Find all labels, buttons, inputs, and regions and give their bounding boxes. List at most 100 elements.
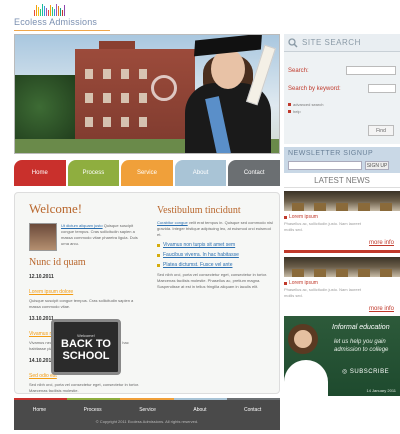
- site-search-title: SITE SEARCH: [302, 38, 361, 47]
- news-image: [284, 257, 400, 277]
- logo-bar: [44, 6, 45, 16]
- keyword-label: Search by keyword:: [288, 85, 341, 92]
- bullet-icon: [288, 110, 291, 113]
- sign-up-button[interactable]: SIGN UP: [365, 161, 389, 170]
- advanced-search-link[interactable]: advanced search: [288, 102, 396, 107]
- vestibulum-list-item[interactable]: Platea dictumst. Fusce vel ante: [157, 262, 275, 268]
- vestibulum-list-label: Faucibus viverra. In hac habitasse: [163, 252, 239, 258]
- right-sidebar: SITE SEARCH Search: Search by keyword: a…: [284, 34, 400, 323]
- welcome-title: Welcome!: [29, 201, 83, 216]
- vestibulum-list-item[interactable]: Vivamus non turpis sit amet sem: [157, 242, 275, 248]
- vestibulum-link[interactable]: Curabitur congue: [157, 220, 188, 225]
- main-nav: Home Process Service About Contact: [14, 160, 280, 188]
- bullet-icon: [157, 263, 160, 267]
- vestibulum-list-item[interactable]: Faucibus viverra. In hac habitasse: [157, 252, 275, 258]
- footer-link-about[interactable]: About: [193, 407, 206, 413]
- hero-slider[interactable]: [14, 34, 280, 154]
- logo-bar: [52, 7, 53, 16]
- news-item[interactable]: Lorem ipsum Phasellus ac, sollicitudin j…: [284, 191, 400, 253]
- news-image: [284, 191, 400, 211]
- find-button[interactable]: Find: [368, 125, 394, 136]
- logo-bar: [34, 10, 35, 16]
- search-input[interactable]: [346, 66, 396, 75]
- news-date: 12.10.2011: [29, 274, 54, 280]
- logo-bar: [38, 7, 39, 16]
- news-item-title-text: Lorem ipsum: [289, 280, 318, 286]
- back-to-school-badge[interactable]: Welcome! BACK TO SCHOOL: [51, 319, 121, 375]
- promo-person-body: [284, 360, 328, 396]
- nav-tab-contact[interactable]: Contact: [228, 160, 280, 186]
- promo-person-face: [288, 324, 318, 354]
- bullet-icon: [157, 253, 160, 257]
- logo-bar: [64, 5, 65, 16]
- main-content: Welcome! Ut dictum aliquam justo Quisque…: [14, 192, 280, 394]
- nav-tab-service[interactable]: Service: [121, 160, 173, 186]
- nav-tab-process[interactable]: Process: [67, 160, 120, 186]
- nav-tab-home[interactable]: Home: [14, 160, 66, 186]
- copyright-text: © Copyright 2011 Ecoless Admissions. All…: [95, 419, 199, 424]
- footer-links: Home Process Service About Contact: [14, 400, 280, 413]
- logo-bar: [60, 8, 61, 16]
- help-link[interactable]: help: [288, 109, 396, 114]
- news-item-title[interactable]: Lorem ipsum: [284, 280, 400, 286]
- bullet-icon: [284, 215, 287, 219]
- right-column: Vestibulum tincidunt Curabitur congue ve…: [157, 205, 275, 290]
- logo-bar: [54, 9, 55, 16]
- vestibulum-text-2: Sed nibh orci, porta vel consectetur ege…: [157, 272, 268, 289]
- latest-news-title: LATEST NEWS: [284, 176, 400, 188]
- bullet-icon: [284, 281, 287, 285]
- vestibulum-title: Vestibulum tincidunt: [157, 205, 241, 216]
- news-item-text: Phasellus ac, sollicitudin justo. Nam la…: [284, 221, 361, 232]
- footer-link-process[interactable]: Process: [84, 407, 102, 413]
- logo-bar: [36, 5, 37, 16]
- footer: Home Process Service About Contact © Copyrig…: [14, 400, 280, 430]
- vestibulum-text-block: Curabitur congue velit erat tempus in. Q…: [157, 220, 275, 238]
- footer-link-contact[interactable]: Contact: [244, 407, 261, 413]
- latest-news-list: Lorem ipsum Phasellus ac, sollicitudin j…: [284, 191, 400, 319]
- newsletter-panel: NEWSLETTER SIGNUP SIGN UP: [284, 147, 400, 173]
- subscribe-label: SUBSCRIBE: [349, 369, 390, 375]
- logo-text: Ecoless Admissions: [14, 17, 98, 27]
- bullet-icon: [157, 243, 160, 247]
- logo-bar: [48, 10, 49, 16]
- welcome-link[interactable]: Ut dictum aliquam justo: [61, 223, 103, 228]
- logo-bar: [46, 8, 47, 16]
- logo-bar: [40, 9, 41, 16]
- promo-heading: Informal education: [332, 324, 390, 331]
- vestibulum-list-label: Platea dictumst. Fusce vel ante: [163, 262, 233, 268]
- search-icon: [288, 37, 298, 48]
- newsletter-title: NEWSLETTER SIGNUP: [288, 150, 374, 157]
- news-more-link[interactable]: more info: [369, 240, 394, 246]
- logo-bar: [56, 4, 57, 16]
- promo-text: let us help you gain admission to colleg…: [334, 339, 389, 353]
- welcome-text-block: Ut dictum aliquam justo Quisque suscipit…: [61, 223, 143, 251]
- footer-link-home[interactable]: Home: [33, 407, 46, 413]
- logo-bars-graphic: [34, 4, 65, 16]
- logo-bar: [42, 4, 43, 16]
- newsletter-email-input[interactable]: [288, 161, 362, 170]
- welcome-thumbnail: [29, 223, 57, 251]
- logo-bar: [50, 5, 51, 16]
- news-item-title[interactable]: Lorem ipsum: [284, 214, 400, 220]
- news-more-link[interactable]: more info: [369, 306, 394, 312]
- help-label: help: [293, 109, 301, 114]
- site-search-panel: Search: Search by keyword: advanced sear…: [284, 52, 400, 144]
- subscribe-link[interactable]: ◎ SUBSCRIBE: [342, 368, 389, 375]
- news-text: Sed nibh orci, porta vel consectetur ege…: [29, 382, 140, 393]
- news-item-title-text: Lorem ipsum: [289, 214, 318, 220]
- news-item-text: Phasellus ac, sollicitudin justo. Nam la…: [284, 287, 361, 298]
- site-logo[interactable]: Ecoless Admissions: [14, 2, 114, 32]
- vestibulum-list: Vivamus non turpis sit amet sem Faucibus …: [157, 242, 275, 268]
- news-text: Quisque suscipit congue tempus. Cras sol…: [29, 298, 134, 309]
- keyword-input[interactable]: [368, 84, 396, 93]
- site-search-header: SITE SEARCH: [284, 34, 400, 52]
- promo-banner[interactable]: Informal education let us help you gain …: [284, 316, 400, 396]
- nav-tab-about[interactable]: About: [174, 160, 227, 186]
- vestibulum-list-label: Vivamus non turpis sit amet sem: [163, 242, 236, 248]
- logo-underline: [14, 30, 110, 31]
- footer-link-service[interactable]: Service: [139, 407, 156, 413]
- news-item[interactable]: Lorem ipsum Phasellus ac, sollicitudin j…: [284, 257, 400, 319]
- promo-date: 14 January 2011: [366, 388, 396, 393]
- logo-bar: [62, 10, 63, 16]
- news-link[interactable]: Lorem ipsum dolore: [29, 289, 73, 295]
